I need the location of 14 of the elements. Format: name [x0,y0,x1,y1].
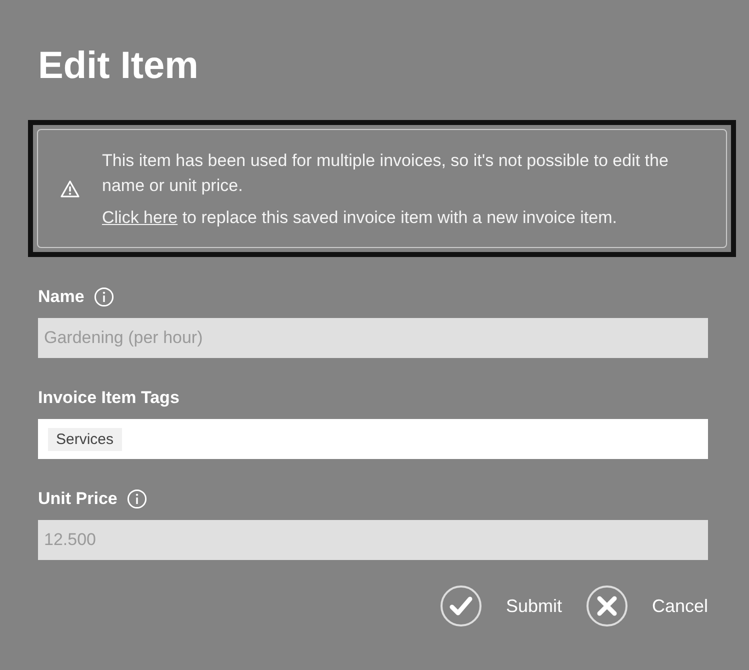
notice-instruction: Click here to replace this saved invoice item with a new invoice item. [102,207,618,229]
field-label: Unit Price [38,489,118,509]
field-label: Invoice Item Tags [38,388,180,408]
notice-message: This item has been used for multiple invoices, so it's not possible to edit the name or unit price. [102,150,670,197]
close-icon[interactable] [586,585,628,627]
page-title: Edit Item [38,44,200,89]
submit-button[interactable]: Submit [502,592,566,620]
warning-icon [60,180,80,198]
click-here-link[interactable]: Click here [102,208,178,227]
tag-chip[interactable]: Services [48,428,122,450]
field-label: Name [38,287,84,307]
tags-field[interactable]: Services [38,419,708,459]
cancel-button[interactable]: Cancel [648,592,712,620]
checkmark-icon[interactable] [440,585,482,627]
